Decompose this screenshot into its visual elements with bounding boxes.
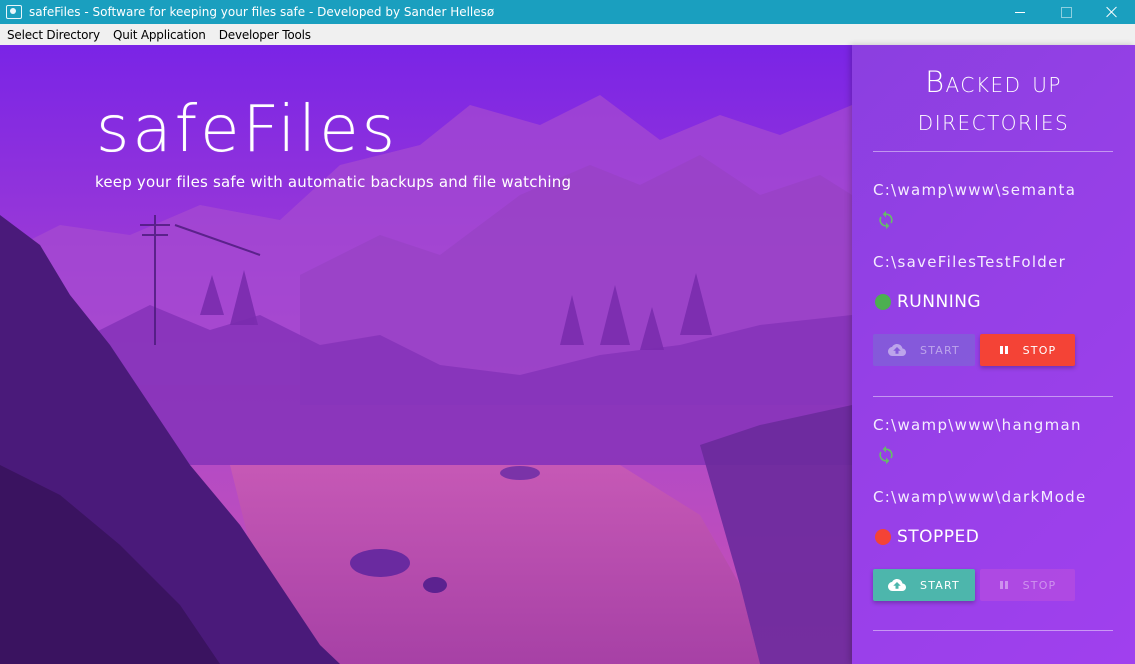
close-button[interactable] xyxy=(1089,0,1135,24)
menu-select-directory[interactable]: Select Directory xyxy=(0,28,106,42)
entry-source-path: C:\wamp\www\hangman xyxy=(873,416,1082,434)
brand-tagline: keep your files safe with automatic back… xyxy=(95,173,572,191)
backed-up-sidebar: Backed up directories C:\wamp\www\semant… xyxy=(852,45,1135,664)
divider xyxy=(873,630,1113,631)
divider xyxy=(873,396,1113,397)
menu-developer-tools[interactable]: Developer Tools xyxy=(212,28,317,42)
app-window: safeFiles - Software for keeping your fi… xyxy=(0,0,1135,664)
divider xyxy=(873,151,1113,152)
start-label: START xyxy=(920,343,960,357)
pause-icon xyxy=(999,581,1008,589)
app-icon xyxy=(6,5,22,19)
entry-destination-path: C:\saveFilesTestFolder xyxy=(873,253,1067,271)
stop-label: STOP xyxy=(1022,578,1057,592)
status-text: RUNNING xyxy=(897,292,982,312)
sync-icon xyxy=(879,210,893,230)
close-icon xyxy=(1106,6,1118,18)
window-title: safeFiles - Software for keeping your fi… xyxy=(29,5,495,19)
maximize-icon xyxy=(1060,6,1072,18)
entry-destination-path: C:\wamp\www\darkMode xyxy=(873,488,1087,506)
stop-label: STOP xyxy=(1022,343,1057,357)
minimize-button[interactable] xyxy=(997,0,1043,24)
menu-quit-application[interactable]: Quit Application xyxy=(106,28,212,42)
entry-status: STOPPED xyxy=(875,527,979,547)
entry-status: RUNNING xyxy=(875,292,981,312)
minimize-icon xyxy=(1015,11,1025,13)
status-running-dot xyxy=(875,294,891,310)
menu-bar: Select Directory Quit Application Develo… xyxy=(0,24,1135,46)
title-bar[interactable]: safeFiles - Software for keeping your fi… xyxy=(0,0,1135,24)
start-button[interactable]: START xyxy=(873,334,975,366)
brand-title: safeFiles xyxy=(96,93,398,167)
hero-area: safeFiles keep your files safe with auto… xyxy=(0,45,852,664)
start-label: START xyxy=(920,578,960,592)
stop-button[interactable]: STOP xyxy=(980,569,1075,601)
sidebar-title-line2: directories xyxy=(917,103,1070,137)
status-stopped-dot xyxy=(875,529,891,545)
sidebar-title: Backed up directories xyxy=(852,63,1135,139)
sidebar-title-line1: Backed up xyxy=(925,65,1062,99)
cloud-upload-icon xyxy=(888,344,907,356)
stop-button[interactable]: STOP xyxy=(980,334,1075,366)
entry-source-path: C:\wamp\www\semanta xyxy=(873,181,1077,199)
sync-icon xyxy=(879,445,893,465)
maximize-button[interactable] xyxy=(1043,0,1089,24)
cloud-upload-icon xyxy=(888,579,907,591)
start-button[interactable]: START xyxy=(873,569,975,601)
status-text: STOPPED xyxy=(897,527,980,547)
pause-icon xyxy=(999,346,1008,354)
